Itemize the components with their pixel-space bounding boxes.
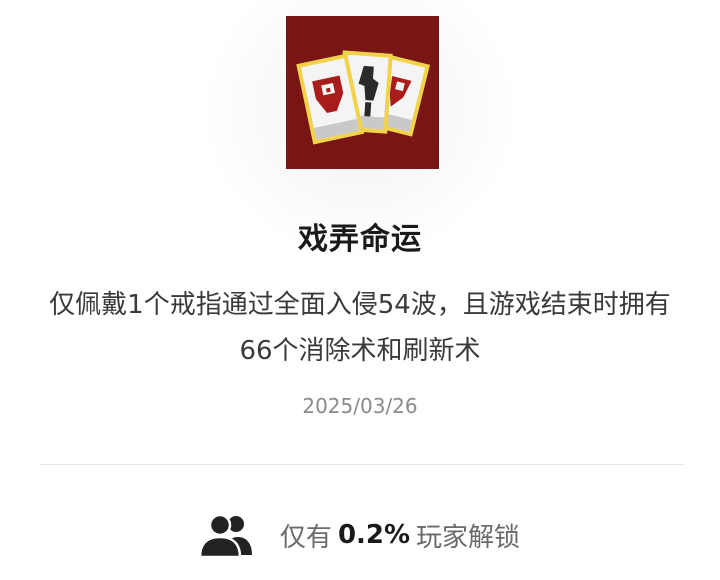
unlock-percent: 0.2% (337, 520, 411, 550)
playing-cards-icon (286, 16, 439, 169)
people-icon (199, 513, 252, 557)
divider (40, 464, 685, 465)
unlock-stats: 仅有 0.2% 玩家解锁 (0, 510, 720, 560)
achievement-date: 2025/03/26 (302, 394, 418, 418)
achievement-title: 戏弄命运 (298, 222, 422, 257)
achievement-description: 仅佩戴1个戒指通过全面入侵54波，且游戏结束时拥有66个消除术和刷新术 (49, 290, 671, 366)
unlock-prefix: 仅有 (279, 522, 332, 553)
unlock-suffix: 玩家解锁 (416, 522, 521, 553)
achievement-card: 戏弄命运 仅佩戴1个戒指通过全面入侵54波，且游戏结束时拥有66个消除术和刷新术… (0, 0, 720, 580)
